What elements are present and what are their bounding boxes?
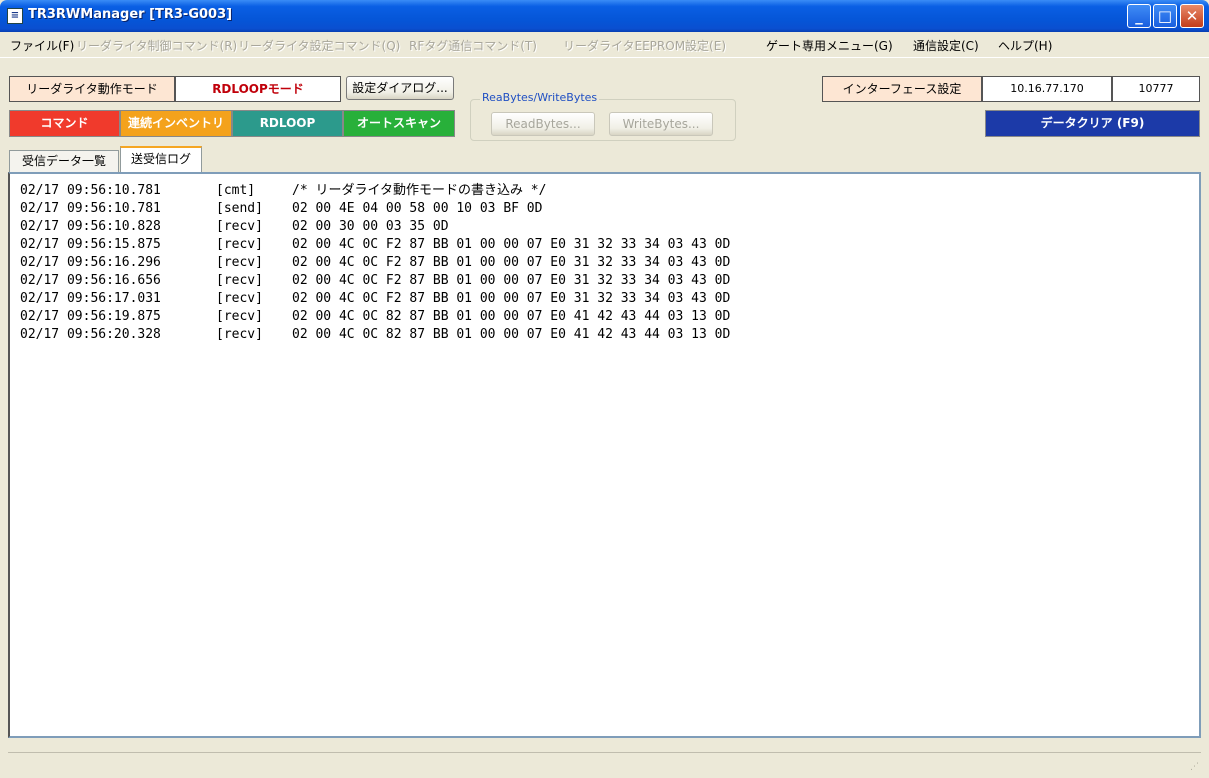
log-data: 02 00 4C 0C F2 87 BB 01 00 00 07 E0 31 3… (292, 237, 731, 252)
tab-send-receive-log[interactable]: 送受信ログ (120, 146, 202, 172)
menu-comm-settings[interactable]: 通信設定(C) (913, 37, 979, 54)
menu-gate-menu[interactable]: ゲート専用メニュー(G) (766, 37, 893, 54)
log-data: 02 00 4C 0C F2 87 BB 01 00 00 07 E0 31 3… (292, 291, 731, 306)
log-data: 02 00 4C 0C F2 87 BB 01 00 00 07 E0 31 3… (292, 255, 731, 270)
log-tag: [recv] (216, 219, 263, 234)
log-data: /* リーダライタ動作モードの書き込み */ (292, 183, 547, 198)
clear-data-button[interactable]: データクリア (F9) (985, 110, 1200, 137)
write-bytes-button[interactable]: WriteBytes... (609, 112, 713, 136)
log-time: 02/17 09:56:10.781 (20, 201, 161, 216)
log-time: 02/17 09:56:10.828 (20, 219, 161, 234)
log-line: 02/17 09:56:10.828 [recv] 02 00 30 00 03 3… (20, 218, 730, 236)
log-tag: [recv] (216, 273, 263, 288)
menu-file[interactable]: ファイル(F) (10, 37, 74, 54)
log-line: 02/17 09:56:19.875 [recv] 02 00 4C 0C 82 8… (20, 308, 730, 326)
log-data: 02 00 4E 04 00 58 00 10 03 BF 0D (292, 201, 543, 216)
log-tag: [recv] (216, 309, 263, 324)
resize-grip-icon[interactable]: ⋰ (1190, 762, 1202, 774)
window-title: TR3RWManager [TR3-G003] (28, 7, 233, 22)
log-time: 02/17 09:56:16.296 (20, 255, 161, 270)
log-data: 02 00 4C 0C F2 87 BB 01 00 00 07 E0 31 3… (292, 273, 731, 288)
maximize-button[interactable]: □ (1153, 4, 1177, 28)
log-tag: [recv] (216, 291, 263, 306)
tab-received-data[interactable]: 受信データ一覧 (9, 150, 119, 172)
log-line: 02/17 09:56:10.781 [cmt] /* リーダライタ動作モードの書き… (20, 182, 730, 200)
rw-mode-label: リーダライタ動作モード (9, 76, 175, 102)
log-data: 02 00 4C 0C 82 87 BB 01 00 00 07 E0 41 4… (292, 327, 731, 342)
title-bar[interactable]: ≡ TR3RWManager [TR3-G003] _ □ ✕ (0, 0, 1209, 32)
log-panel[interactable]: 02/17 09:56:10.781 [cmt] /* リーダライタ動作モードの書き… (8, 172, 1201, 738)
interface-settings-button[interactable]: インターフェース設定 (822, 76, 982, 102)
port-field[interactable]: 10777 (1112, 76, 1200, 102)
command-button[interactable]: コマンド (9, 110, 120, 137)
log-tag: [send] (216, 201, 263, 216)
menu-bar: ファイル(F) リーダライタ制御コマンド(R) リーダライタ設定コマンド(Q) … (0, 32, 1209, 58)
log-time: 02/17 09:56:20.328 (20, 327, 161, 342)
status-bar (8, 752, 1201, 774)
log-data: 02 00 4C 0C 82 87 BB 01 00 00 07 E0 41 4… (292, 309, 731, 324)
readwrite-bytes-group-label: ReaBytes/WriteBytes (480, 91, 600, 104)
log-line: 02/17 09:56:15.875 [recv] 02 00 4C 0C F2 8… (20, 236, 730, 254)
menu-rw-setting-commands[interactable]: リーダライタ設定コマンド(Q) (238, 37, 400, 54)
log-line: 02/17 09:56:20.328 [recv] 02 00 4C 0C 82 8… (20, 326, 730, 344)
menu-rw-control-commands[interactable]: リーダライタ制御コマンド(R) (76, 37, 237, 54)
log-time: 02/17 09:56:16.656 (20, 273, 161, 288)
log-tag: [recv] (216, 255, 263, 270)
menu-rw-eeprom-settings[interactable]: リーダライタEEPROM設定(E) (563, 37, 726, 54)
ip-address-field[interactable]: 10.16.77.170 (982, 76, 1112, 102)
log-time: 02/17 09:56:17.031 (20, 291, 161, 306)
read-bytes-button[interactable]: ReadBytes... (491, 112, 595, 136)
minimize-button[interactable]: _ (1127, 4, 1151, 28)
minimize-icon: _ (1135, 7, 1143, 25)
log-line: 02/17 09:56:10.781 [send] 02 00 4E 04 00 5… (20, 200, 730, 218)
log-list: 02/17 09:56:10.781 [cmt] /* リーダライタ動作モードの書き… (20, 182, 730, 344)
maximize-icon: □ (1157, 7, 1173, 25)
continuous-inventory-button[interactable]: 連続インベントリ (120, 110, 232, 137)
menu-rf-tag-commands[interactable]: RFタグ通信コマンド(T) (409, 37, 537, 54)
log-tag: [recv] (216, 237, 263, 252)
log-data: 02 00 30 00 03 35 0D (292, 219, 449, 234)
rw-mode-value: RDLOOPモード (175, 76, 341, 102)
app-icon: ≡ (7, 8, 23, 24)
menu-help[interactable]: ヘルプ(H) (998, 37, 1052, 54)
log-tag: [recv] (216, 327, 263, 342)
log-time: 02/17 09:56:19.875 (20, 309, 161, 324)
log-line: 02/17 09:56:16.296 [recv] 02 00 4C 0C F2 8… (20, 254, 730, 272)
rdloop-button[interactable]: RDLOOP (232, 110, 343, 137)
close-button[interactable]: ✕ (1180, 4, 1204, 28)
log-tag: [cmt] (216, 183, 256, 198)
log-line: 02/17 09:56:16.656 [recv] 02 00 4C 0C F2 8… (20, 272, 730, 290)
log-time: 02/17 09:56:10.781 (20, 183, 161, 198)
autoscan-button[interactable]: オートスキャン (343, 110, 455, 137)
log-line: 02/17 09:56:17.031 [recv] 02 00 4C 0C F2 8… (20, 290, 730, 308)
close-icon: ✕ (1185, 7, 1199, 25)
settings-dialog-button[interactable]: 設定ダイアログ... (346, 76, 454, 100)
log-time: 02/17 09:56:15.875 (20, 237, 161, 252)
